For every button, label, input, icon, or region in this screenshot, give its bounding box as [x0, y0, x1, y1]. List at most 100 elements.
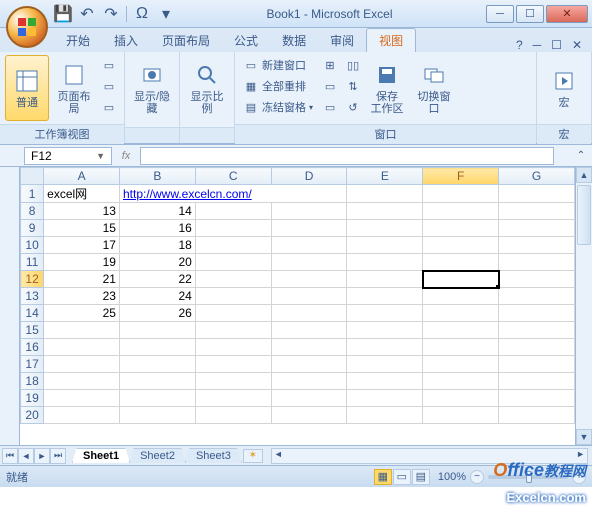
undo-icon[interactable]: ↶	[78, 5, 96, 23]
cell-F14[interactable]	[423, 305, 499, 322]
row-header-15[interactable]: 15	[21, 322, 44, 339]
formula-input[interactable]	[140, 147, 554, 165]
sheet-tab-Sheet2[interactable]: Sheet2	[129, 448, 186, 463]
cell-B11[interactable]: 20	[119, 254, 195, 271]
freeze-panes-button[interactable]: ▤冻结窗格▾	[240, 97, 316, 117]
cell-E20[interactable]	[347, 407, 423, 424]
page-break-icon[interactable]: ▭	[99, 55, 119, 75]
cell-C15[interactable]	[195, 322, 271, 339]
cell-D18[interactable]	[271, 373, 347, 390]
spreadsheet-grid[interactable]: ABCDEFG1excel网http://www.excelcn.com/813…	[20, 167, 575, 445]
zoom-out-button[interactable]: −	[470, 470, 484, 484]
cell-C13[interactable]	[195, 288, 271, 305]
split-icon[interactable]: ⊞	[319, 55, 341, 75]
cell-E8[interactable]	[347, 203, 423, 220]
cell-G20[interactable]	[499, 407, 575, 424]
cell-G1[interactable]	[499, 185, 575, 203]
cell-F18[interactable]	[423, 373, 499, 390]
row-header-8[interactable]: 8	[21, 203, 44, 220]
fullscreen-icon[interactable]: ▭	[99, 97, 119, 117]
cell-C8[interactable]	[195, 203, 271, 220]
row-header-14[interactable]: 14	[21, 305, 44, 322]
save-icon[interactable]: 💾	[54, 5, 72, 23]
cell-B16[interactable]	[119, 339, 195, 356]
col-header-G[interactable]: G	[499, 168, 575, 185]
switch-window-button[interactable]: 切换窗口	[412, 55, 456, 121]
cell-D9[interactable]	[271, 220, 347, 237]
col-header-B[interactable]: B	[119, 168, 195, 185]
cell-A18[interactable]	[44, 373, 120, 390]
view-side-icon[interactable]: ▯▯	[344, 55, 362, 75]
cell-A17[interactable]	[44, 356, 120, 373]
save-workspace-button[interactable]: 保存 工作区	[365, 55, 409, 121]
cell-E1[interactable]	[347, 185, 423, 203]
row-header-13[interactable]: 13	[21, 288, 44, 305]
cell-B15[interactable]	[119, 322, 195, 339]
cell-G14[interactable]	[499, 305, 575, 322]
cell-A8[interactable]: 13	[44, 203, 120, 220]
col-header-F[interactable]: F	[423, 168, 499, 185]
cell-E10[interactable]	[347, 237, 423, 254]
cell-D13[interactable]	[271, 288, 347, 305]
cell-B19[interactable]	[119, 390, 195, 407]
zoom-button[interactable]: 显示比例	[185, 55, 229, 121]
cell-E9[interactable]	[347, 220, 423, 237]
col-header-A[interactable]: A	[44, 168, 120, 185]
cell-G8[interactable]	[499, 203, 575, 220]
tab-页面布局[interactable]: 页面布局	[150, 29, 222, 52]
sheet-nav-prev-icon[interactable]: ◄	[18, 448, 34, 464]
cell-F10[interactable]	[423, 237, 499, 254]
view-normal-icon[interactable]: ▦	[374, 469, 392, 485]
cell-E13[interactable]	[347, 288, 423, 305]
cell-E14[interactable]	[347, 305, 423, 322]
cell-C10[interactable]	[195, 237, 271, 254]
sheet-tab-Sheet3[interactable]: Sheet3	[185, 448, 242, 463]
cell-F12[interactable]	[423, 271, 499, 288]
macros-button[interactable]: 宏	[542, 55, 586, 121]
cell-C19[interactable]	[195, 390, 271, 407]
cell-A11[interactable]: 19	[44, 254, 120, 271]
cell-D20[interactable]	[271, 407, 347, 424]
cell-B10[interactable]: 18	[119, 237, 195, 254]
hide-icon[interactable]: ▭	[319, 76, 341, 96]
cell-G16[interactable]	[499, 339, 575, 356]
cell-E19[interactable]	[347, 390, 423, 407]
tab-公式[interactable]: 公式	[222, 29, 270, 52]
cell-C20[interactable]	[195, 407, 271, 424]
cell-F17[interactable]	[423, 356, 499, 373]
tab-开始[interactable]: 开始	[54, 29, 102, 52]
cell-F11[interactable]	[423, 254, 499, 271]
unhide-icon[interactable]: ▭	[319, 97, 341, 117]
page-layout-button[interactable]: 页面布局	[52, 55, 96, 121]
cell-C9[interactable]	[195, 220, 271, 237]
tab-审阅[interactable]: 审阅	[318, 29, 366, 52]
arrange-all-button[interactable]: ▦全部重排	[240, 76, 316, 96]
cell-E17[interactable]	[347, 356, 423, 373]
scroll-thumb[interactable]	[577, 185, 591, 245]
sync-scroll-icon[interactable]: ⇅	[344, 76, 362, 96]
cell-F13[interactable]	[423, 288, 499, 305]
cell-E16[interactable]	[347, 339, 423, 356]
sheet-nav-first-icon[interactable]: ⏮	[2, 448, 18, 464]
cell-F20[interactable]	[423, 407, 499, 424]
cell-G13[interactable]	[499, 288, 575, 305]
name-box-dropdown-icon[interactable]: ▼	[96, 151, 105, 161]
cell-D8[interactable]	[271, 203, 347, 220]
cell-E11[interactable]	[347, 254, 423, 271]
cell-C18[interactable]	[195, 373, 271, 390]
cell-D15[interactable]	[271, 322, 347, 339]
row-header-16[interactable]: 16	[21, 339, 44, 356]
row-header-12[interactable]: 12	[21, 271, 44, 288]
zoom-value[interactable]: 100%	[438, 471, 466, 483]
cell-C17[interactable]	[195, 356, 271, 373]
col-header-E[interactable]: E	[347, 168, 423, 185]
cell-G17[interactable]	[499, 356, 575, 373]
cell-A9[interactable]: 15	[44, 220, 120, 237]
col-header-C[interactable]: C	[195, 168, 271, 185]
cell-G10[interactable]	[499, 237, 575, 254]
doc-restore-icon[interactable]: ☐	[551, 38, 562, 52]
cell-A14[interactable]: 25	[44, 305, 120, 322]
cell-B1[interactable]: http://www.excelcn.com/	[119, 185, 346, 203]
normal-view-button[interactable]: 普通	[5, 55, 49, 121]
cell-G19[interactable]	[499, 390, 575, 407]
